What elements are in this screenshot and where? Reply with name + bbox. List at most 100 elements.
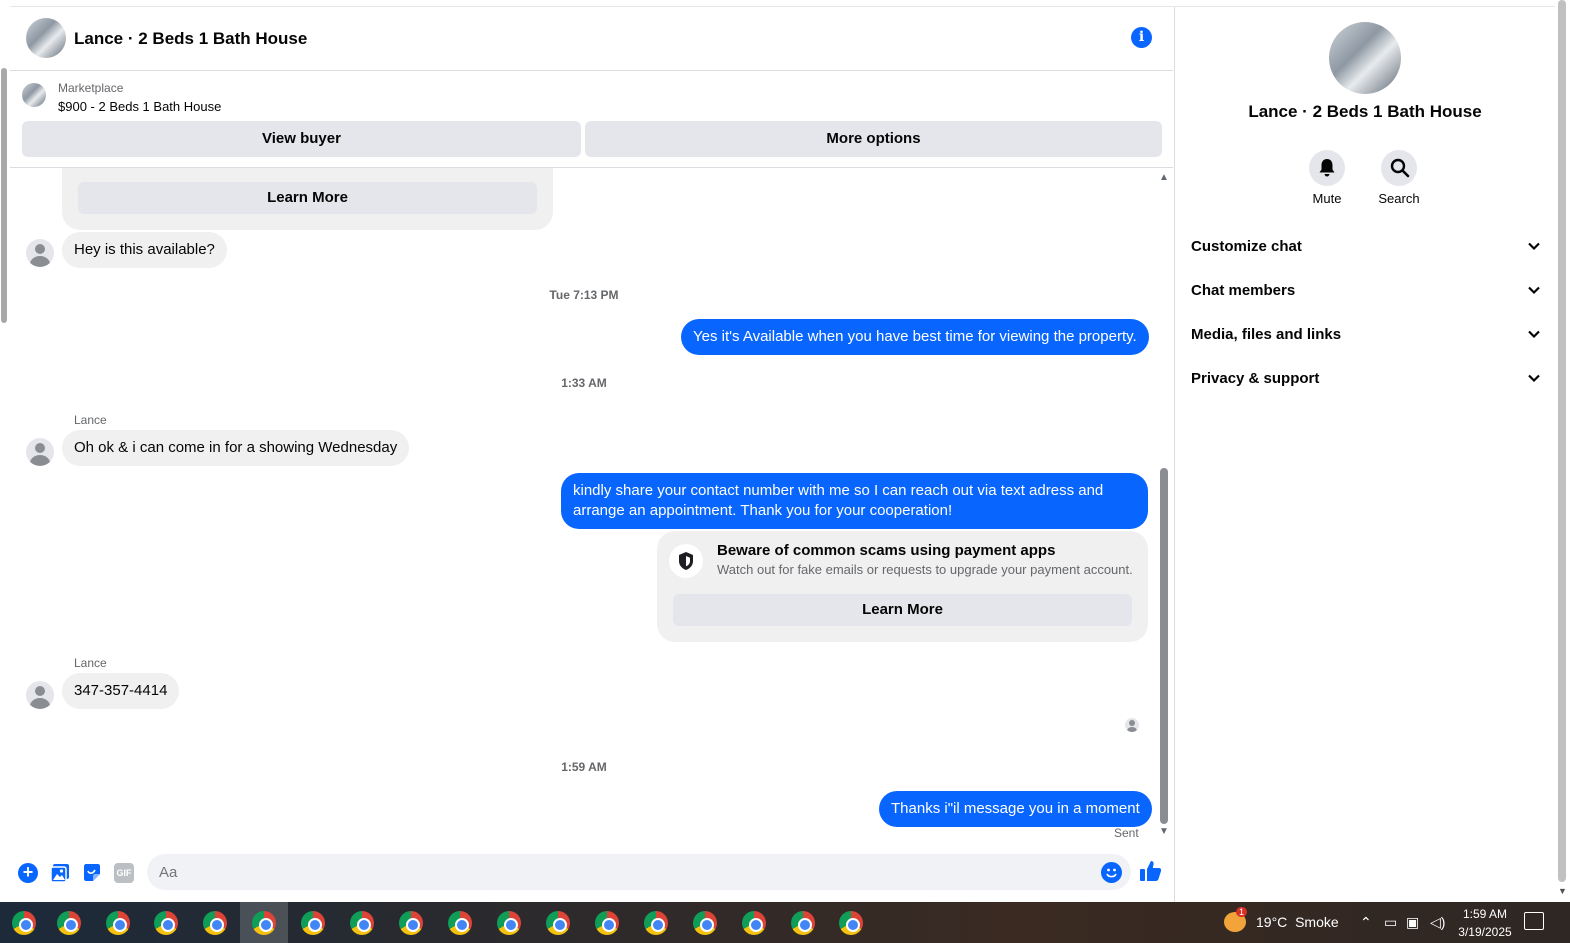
chrome-icon (448, 911, 472, 935)
temperature-value: 19°C (1256, 914, 1288, 930)
left-scrollbar-thumb[interactable] (1, 68, 7, 323)
chrome-icon (106, 911, 130, 935)
plus-icon[interactable]: + (18, 863, 38, 883)
weather-badge: 1 (1236, 907, 1248, 917)
sender-name: Lance (74, 656, 107, 670)
page-scrollbar-thumb[interactable] (1558, 0, 1566, 882)
chat-header: Lance · 2 Beds 1 Bath House i (10, 7, 1173, 71)
chrome-icon (791, 911, 815, 935)
message-list[interactable]: Learn More Hey is this available? Tue 7:… (10, 168, 1173, 843)
message-outgoing[interactable]: Yes it's Available when you have best ti… (681, 319, 1149, 355)
taskbar-chrome-app[interactable] (730, 902, 778, 943)
message-outgoing[interactable]: Thanks i"il message you in a moment (879, 791, 1152, 827)
message-input[interactable] (147, 854, 1131, 890)
emoji-icon[interactable] (1101, 862, 1122, 883)
message-outgoing[interactable]: kindly share your contact number with me… (561, 473, 1148, 529)
taskbar-chrome-app[interactable] (45, 902, 93, 943)
message-incoming[interactable]: Oh ok & i can come in for a showing Wedn… (62, 430, 410, 466)
taskbar-chrome-app[interactable] (94, 902, 142, 943)
listing-thumbnail[interactable] (22, 83, 46, 107)
section-label: Media, files and links (1191, 326, 1342, 343)
taskbar-chrome-app[interactable] (436, 902, 484, 943)
chrome-icon (644, 911, 668, 935)
taskbar-chrome-app[interactable] (0, 902, 48, 943)
chevron-up-icon[interactable]: ⌃ (1360, 914, 1372, 931)
taskbar-chrome-app[interactable] (142, 902, 190, 943)
sticker-icon[interactable] (82, 863, 102, 883)
meet-icon[interactable]: ▭ (1384, 914, 1397, 931)
taskbar-chrome-app[interactable] (779, 902, 827, 943)
info-card: Learn More (62, 168, 553, 230)
sender-avatar[interactable] (26, 239, 54, 267)
section-customize-chat[interactable]: Customize chat (1191, 233, 1541, 261)
scroll-up-icon[interactable]: ▲ (1159, 172, 1169, 183)
taskbar-chrome-app[interactable] (583, 902, 631, 943)
volume-icon[interactable]: ◁) (1430, 914, 1445, 931)
chrome-icon (399, 911, 423, 935)
gif-icon[interactable]: GIF (114, 863, 134, 883)
info-icon[interactable]: i (1131, 27, 1152, 48)
chevron-down-icon (1528, 286, 1540, 295)
weather-temperature[interactable]: 19°C Smoke (1256, 914, 1339, 930)
scroll-down-icon[interactable]: ▼ (1558, 886, 1567, 896)
notification-icon[interactable] (1524, 912, 1544, 930)
scroll-down-icon[interactable]: ▼ (1159, 826, 1169, 837)
chrome-icon (252, 911, 276, 935)
image-icon[interactable] (50, 863, 70, 883)
chevron-down-icon (1528, 374, 1540, 383)
taskbar-chrome-app[interactable] (387, 902, 435, 943)
left-scrollbar[interactable] (0, 58, 8, 338)
seen-avatar-icon (1125, 718, 1139, 732)
mute-button[interactable] (1309, 150, 1345, 186)
chrome-icon (57, 911, 81, 935)
chrome-icon (12, 911, 36, 935)
section-chat-members[interactable]: Chat members (1191, 277, 1541, 305)
system-clock[interactable]: 1:59 AM 3/19/2025 (1454, 905, 1516, 941)
sender-avatar[interactable] (26, 681, 54, 709)
taskbar-chrome-app[interactable] (632, 902, 680, 943)
search-button[interactable] (1381, 150, 1417, 186)
marketplace-banner: Marketplace $900 - 2 Beds 1 Bath House V… (10, 71, 1173, 168)
timestamp: Tue 7:13 PM (549, 288, 619, 302)
messages-scrollbar-thumb[interactable] (1160, 468, 1168, 824)
chrome-icon (154, 911, 178, 935)
scam-warning-card: Beware of common scams using payment app… (657, 531, 1148, 642)
learn-more-button[interactable]: Learn More (673, 594, 1132, 626)
taskbar-chrome-app[interactable] (534, 902, 582, 943)
taskbar-chrome-app[interactable] (827, 902, 875, 943)
network-icon[interactable]: ▣ (1406, 914, 1419, 931)
timestamp: 1:59 AM (561, 760, 607, 774)
listing-title[interactable]: $900 - 2 Beds 1 Bath House (58, 99, 221, 114)
conversation-details-panel: Lance · 2 Beds 1 Bath House Mute Search … (1174, 7, 1555, 902)
message-status: Sent (1114, 826, 1139, 840)
chat-title[interactable]: Lance · 2 Beds 1 Bath House (74, 29, 307, 49)
more-options-button[interactable]: More options (585, 121, 1162, 157)
section-label: Privacy & support (1191, 370, 1320, 387)
section-privacy-support[interactable]: Privacy & support (1191, 365, 1541, 393)
taskbar-chrome-app[interactable] (289, 902, 337, 943)
learn-more-button[interactable]: Learn More (78, 182, 537, 214)
page-scrollbar[interactable]: ▼ (1555, 0, 1570, 902)
message-composer: + GIF (10, 843, 1173, 902)
message-incoming[interactable]: Hey is this available? (62, 232, 227, 268)
sender-avatar[interactable] (26, 438, 54, 466)
taskbar: 1 19°C Smoke ⌃ ▭ ▣ ◁) 1:59 AM 3/19/2025 (0, 902, 1570, 943)
taskbar-chrome-app-active[interactable] (240, 902, 288, 943)
messages-scrollbar[interactable]: ▲ ▼ (1158, 168, 1170, 843)
chrome-icon (742, 911, 766, 935)
taskbar-chrome-app[interactable] (338, 902, 386, 943)
taskbar-chrome-app[interactable] (681, 902, 729, 943)
listing-avatar-large[interactable] (1329, 22, 1401, 94)
section-media-files-links[interactable]: Media, files and links (1191, 321, 1541, 349)
chrome-icon (693, 911, 717, 935)
chrome-icon (301, 911, 325, 935)
search-icon (1390, 158, 1410, 178)
search-label: Search (1378, 191, 1420, 206)
listing-avatar[interactable] (26, 18, 66, 58)
mute-label: Mute (1312, 191, 1342, 206)
taskbar-chrome-app[interactable] (485, 902, 533, 943)
message-incoming[interactable]: 347-357-4414 (62, 673, 180, 709)
view-buyer-button[interactable]: View buyer (22, 121, 581, 157)
thumbs-up-icon[interactable] (1139, 859, 1163, 888)
taskbar-chrome-app[interactable] (191, 902, 239, 943)
